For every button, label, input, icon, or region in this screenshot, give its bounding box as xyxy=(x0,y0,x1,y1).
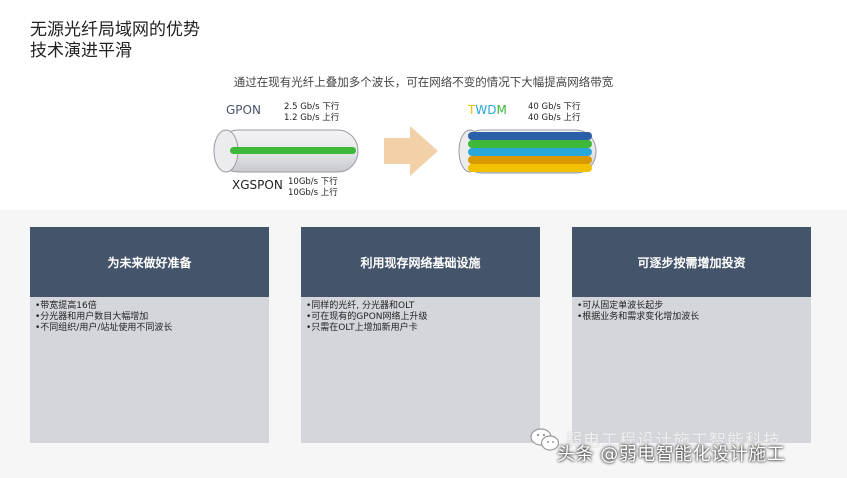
xgspon-speeds: 10Gb/s 下行 10Gb/s 上行 xyxy=(288,177,338,199)
xgspon-up: 10Gb/s 上行 xyxy=(288,188,338,198)
title-line-1: 无源光纤局域网的优势 xyxy=(30,20,200,40)
card-body: •同样的光纤, 分光器和OLT •可在现有的GPON网络上升级 •只需在OLT上… xyxy=(301,297,540,338)
card-body: •可从固定单波长起步 •根据业务和需求变化增加波长 xyxy=(572,297,811,327)
xgspon-label: XGSPON xyxy=(232,178,283,192)
twdm-strand-yellow xyxy=(468,164,592,172)
twdm-letter-m: M xyxy=(496,103,507,117)
card-existing-infrastructure: 利用现存网络基础设施 •同样的光纤, 分光器和OLT •可在现有的GPON网络上… xyxy=(301,227,540,443)
gpon-green-strand xyxy=(230,147,356,154)
card-future-ready: 为未来做好准备 •带宽提高16倍 •分光器和用户数目大幅增加 •不同组织/用户/… xyxy=(30,227,269,443)
card-item: •不同组织/用户/站址使用不同波长 xyxy=(35,323,173,333)
card-item: •根据业务和需求变化增加波长 xyxy=(577,312,700,322)
twdm-label: TWDM xyxy=(468,103,507,117)
twdm-speeds: 40 Gb/s 下行 40 Gb/s 上行 xyxy=(528,102,581,124)
gpon-label: GPON xyxy=(226,103,261,117)
gpon-fiber-cable xyxy=(213,129,359,173)
gpon-down: 2.5 Gb/s 下行 xyxy=(284,102,340,112)
card-incremental-investment: 可逐步按需增加投资 •可从固定单波长起步 •根据业务和需求变化增加波长 xyxy=(572,227,811,443)
card-body: •带宽提高16倍 •分光器和用户数目大幅增加 •不同组织/用户/站址使用不同波长 xyxy=(30,297,269,338)
card-item: •分光器和用户数目大幅增加 xyxy=(35,312,149,322)
twdm-down: 40 Gb/s 下行 xyxy=(528,102,581,112)
card-title: 为未来做好准备 xyxy=(30,227,269,297)
card-item: •可在现有的GPON网络上升级 xyxy=(306,312,428,322)
twdm-fiber-cable xyxy=(458,129,597,174)
page-title: 无源光纤局域网的优势 技术演进平滑 xyxy=(30,20,200,62)
twdm-letter-w: W xyxy=(475,103,488,117)
card-item: •同样的光纤, 分光器和OLT xyxy=(306,301,415,311)
card-item: •可从固定单波长起步 xyxy=(577,301,664,311)
gpon-up: 1.2 Gb/s 上行 xyxy=(284,113,340,123)
card-title: 利用现存网络基础设施 xyxy=(301,227,540,297)
card-item: •带宽提高16倍 xyxy=(35,301,97,311)
twdm-strand-blue xyxy=(468,132,592,140)
twdm-strand-green xyxy=(468,140,592,148)
upgrade-arrow-icon xyxy=(384,126,438,176)
xgspon-down: 10Gb/s 下行 xyxy=(288,177,338,187)
twdm-strand-orange xyxy=(468,156,592,164)
twdm-up: 40 Gb/s 上行 xyxy=(528,113,581,123)
title-line-2: 技术演进平滑 xyxy=(30,41,132,61)
watermark-front: 头条 @弱电智能化设计施工 xyxy=(557,444,786,465)
card-item: •只需在OLT上增加新用户卡 xyxy=(306,323,418,333)
card-title: 可逐步按需增加投资 xyxy=(572,227,811,297)
subtitle: 通过在现有光纤上叠加多个波长，可在网络不变的情况下大幅提高网络带宽 xyxy=(233,75,614,89)
gpon-speeds: 2.5 Gb/s 下行 1.2 Gb/s 上行 xyxy=(284,102,339,124)
twdm-strand-cyan xyxy=(468,148,592,156)
